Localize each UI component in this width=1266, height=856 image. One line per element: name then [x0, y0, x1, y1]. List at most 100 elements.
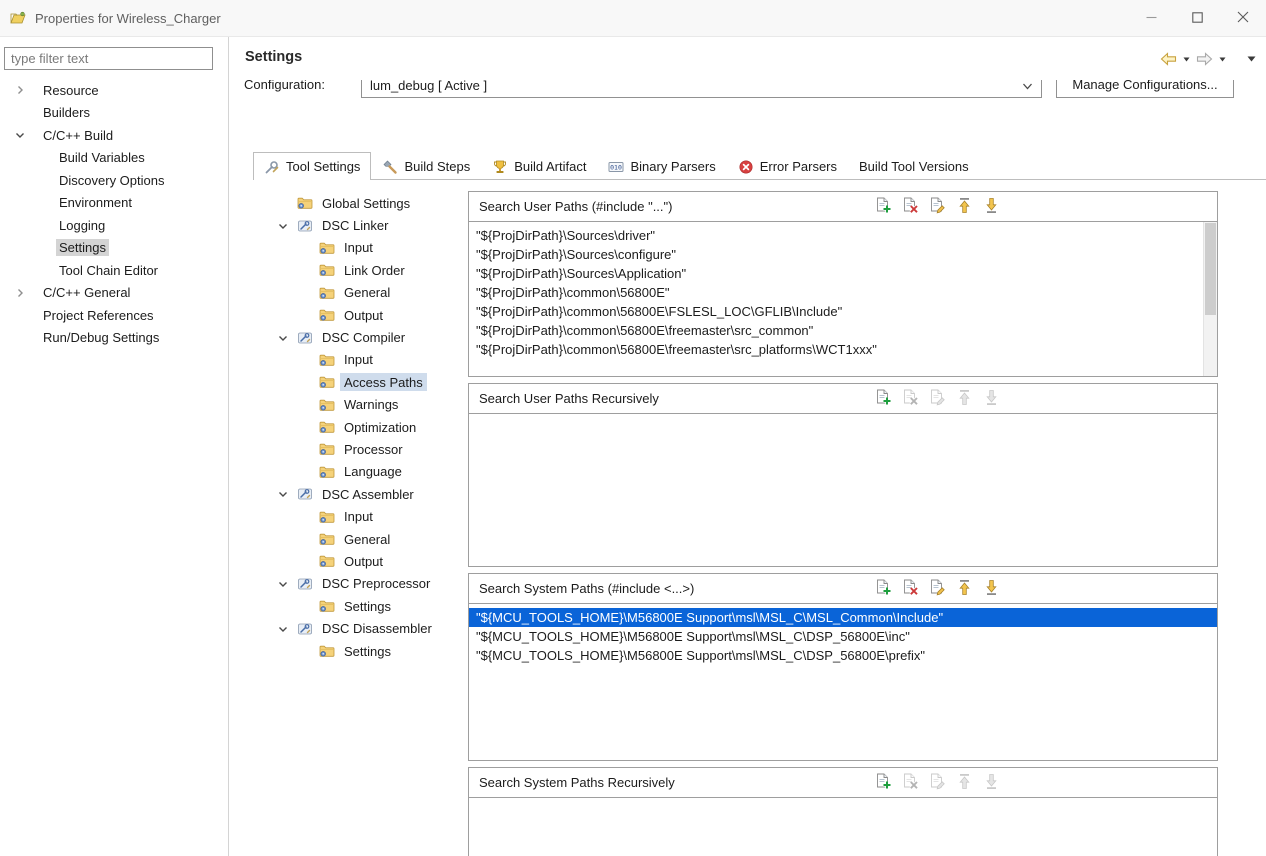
delete-path-button[interactable]	[900, 389, 920, 408]
sidebar-item-builders[interactable]: Builders	[0, 102, 228, 125]
scrollbar[interactable]	[1203, 222, 1217, 376]
sidebar-item-resource[interactable]: Resource	[0, 79, 228, 102]
edit-path-button[interactable]	[927, 579, 947, 598]
chevron-down-icon[interactable]	[277, 578, 297, 590]
tool-item-label: Settings	[344, 643, 391, 659]
path-list[interactable]	[468, 798, 1218, 856]
move-up-button[interactable]	[954, 197, 974, 216]
add-path-button[interactable]	[873, 579, 893, 598]
tool-item-access-paths[interactable]: Access Paths	[253, 371, 475, 393]
move-up-button[interactable]	[954, 579, 974, 598]
tool-item-global-settings[interactable]: Global Settings	[253, 192, 475, 214]
chevron-right-icon[interactable]	[14, 287, 40, 299]
maximize-button[interactable]	[1174, 0, 1220, 36]
minimize-button[interactable]	[1128, 0, 1174, 36]
add-path-button[interactable]	[873, 773, 893, 792]
tool-item-processor[interactable]: Processor	[253, 438, 475, 460]
tool-item-settings[interactable]: Settings	[253, 640, 475, 662]
sidebar-item-settings[interactable]: Settings	[0, 237, 228, 260]
tool-item-dsc-preprocessor[interactable]: DSC Preprocessor	[253, 573, 475, 595]
path-item[interactable]: "${ProjDirPath}\Sources\driver"	[469, 226, 1217, 245]
tool-item-input[interactable]: Input	[253, 237, 475, 259]
back-arrow-icon[interactable]	[1159, 51, 1178, 67]
path-item[interactable]: "${ProjDirPath}\common\56800E\freemaster…	[469, 340, 1217, 359]
path-list[interactable]	[468, 414, 1218, 567]
move-up-button[interactable]	[954, 389, 974, 408]
edit-path-button[interactable]	[927, 197, 947, 216]
tool-item-input[interactable]: Input	[253, 349, 475, 371]
tool-item-general[interactable]: General	[253, 528, 475, 550]
settings-folder-icon	[319, 375, 339, 389]
tool-item-general[interactable]: General	[253, 282, 475, 304]
tab-error-parsers[interactable]: Error Parsers	[727, 152, 848, 180]
chevron-down-icon[interactable]	[277, 623, 297, 635]
chevron-down-icon[interactable]	[14, 129, 40, 141]
tool-item-output[interactable]: Output	[253, 304, 475, 326]
sidebar-item-project-references[interactable]: Project References	[0, 304, 228, 327]
close-button[interactable]	[1220, 0, 1266, 36]
tab-tool-settings[interactable]: Tool Settings	[253, 152, 372, 180]
path-list[interactable]: "${ProjDirPath}\Sources\driver" "${ProjDi…	[468, 222, 1218, 377]
tool-item-dsc-assembler[interactable]: DSC Assembler	[253, 483, 475, 505]
path-item[interactable]: "${ProjDirPath}\Sources\configure"	[469, 245, 1217, 264]
path-item[interactable]: "${ProjDirPath}\common\56800E\freemaster…	[469, 321, 1217, 340]
delete-path-button[interactable]	[900, 197, 920, 216]
move-down-button[interactable]	[981, 389, 1001, 408]
chevron-down-icon[interactable]	[277, 488, 297, 500]
path-item[interactable]: "${ProjDirPath}\common\56800E\FSLESL_LOC…	[469, 302, 1217, 321]
svg-text:010: 010	[611, 163, 623, 171]
section-toolbar	[873, 768, 1001, 797]
chevron-right-icon[interactable]	[14, 84, 40, 96]
tool-item-output[interactable]: Output	[253, 550, 475, 572]
tool-item-dsc-disassembler[interactable]: DSC Disassembler	[253, 617, 475, 639]
filter-input[interactable]	[4, 47, 213, 70]
move-down-button[interactable]	[981, 197, 1001, 216]
tool-item-optimization[interactable]: Optimization	[253, 416, 475, 438]
configuration-select[interactable]: lum_debug [ Active ]	[361, 80, 1042, 98]
tab-build-tool-versions[interactable]: Build Tool Versions	[848, 152, 980, 180]
tool-item-language[interactable]: Language	[253, 461, 475, 483]
section-search-user-paths-recursively: Search User Paths Recursively	[468, 383, 1218, 567]
tool-item-dsc-linker[interactable]: DSC Linker	[253, 214, 475, 236]
path-item[interactable]: "${ProjDirPath}\common\56800E"	[469, 283, 1217, 302]
tool-item-warnings[interactable]: Warnings	[253, 394, 475, 416]
move-down-button[interactable]	[981, 579, 1001, 598]
chevron-down-icon[interactable]	[277, 332, 297, 344]
tab-build-artifact[interactable]: Build Artifact	[481, 152, 597, 180]
tab-binary-parsers[interactable]: 010 Binary Parsers	[597, 152, 726, 180]
path-item[interactable]: "${MCU_TOOLS_HOME}\M56800E Support\msl\M…	[469, 627, 1217, 646]
dropdown-caret-icon[interactable]	[1219, 57, 1226, 62]
view-menu-caret-icon[interactable]	[1247, 56, 1256, 62]
add-path-button[interactable]	[873, 197, 893, 216]
delete-path-button[interactable]	[900, 579, 920, 598]
sidebar-item-c-c-general[interactable]: C/C++ General	[0, 282, 228, 305]
move-down-button[interactable]	[981, 773, 1001, 792]
path-item[interactable]: "${MCU_TOOLS_HOME}\M56800E Support\msl\M…	[469, 646, 1217, 665]
tool-item-link-order[interactable]: Link Order	[253, 259, 475, 281]
sidebar-item-build-variables[interactable]: Build Variables	[0, 147, 228, 170]
sidebar-item-environment[interactable]: Environment	[0, 192, 228, 215]
tab-build-steps[interactable]: Build Steps	[371, 152, 481, 180]
manage-configurations-button[interactable]: Manage Configurations...	[1056, 80, 1234, 98]
dropdown-caret-icon[interactable]	[1183, 57, 1190, 62]
sidebar-item-discovery-options[interactable]: Discovery Options	[0, 169, 228, 192]
sidebar-item-run-debug-settings[interactable]: Run/Debug Settings	[0, 327, 228, 350]
path-item[interactable]: "${ProjDirPath}\Sources\Application"	[469, 264, 1217, 283]
path-list[interactable]: "${MCU_TOOLS_HOME}\M56800E Support\msl\M…	[468, 604, 1218, 761]
move-up-button[interactable]	[954, 773, 974, 792]
edit-path-button[interactable]	[927, 389, 947, 408]
settings-folder-icon	[319, 263, 339, 277]
delete-path-button[interactable]	[900, 773, 920, 792]
path-item[interactable]: "${MCU_TOOLS_HOME}\M56800E Support\msl\M…	[469, 608, 1217, 627]
tool-item-input[interactable]: Input	[253, 505, 475, 527]
scrollbar-thumb[interactable]	[1205, 223, 1216, 315]
edit-path-button[interactable]	[927, 773, 947, 792]
sidebar-item-logging[interactable]: Logging	[0, 214, 228, 237]
tool-item-settings[interactable]: Settings	[253, 595, 475, 617]
sidebar-item-c-c-build[interactable]: C/C++ Build	[0, 124, 228, 147]
forward-arrow-icon[interactable]	[1195, 51, 1214, 67]
add-path-button[interactable]	[873, 389, 893, 408]
sidebar-item-tool-chain-editor[interactable]: Tool Chain Editor	[0, 259, 228, 282]
tool-item-dsc-compiler[interactable]: DSC Compiler	[253, 326, 475, 348]
chevron-down-icon[interactable]	[277, 220, 297, 232]
